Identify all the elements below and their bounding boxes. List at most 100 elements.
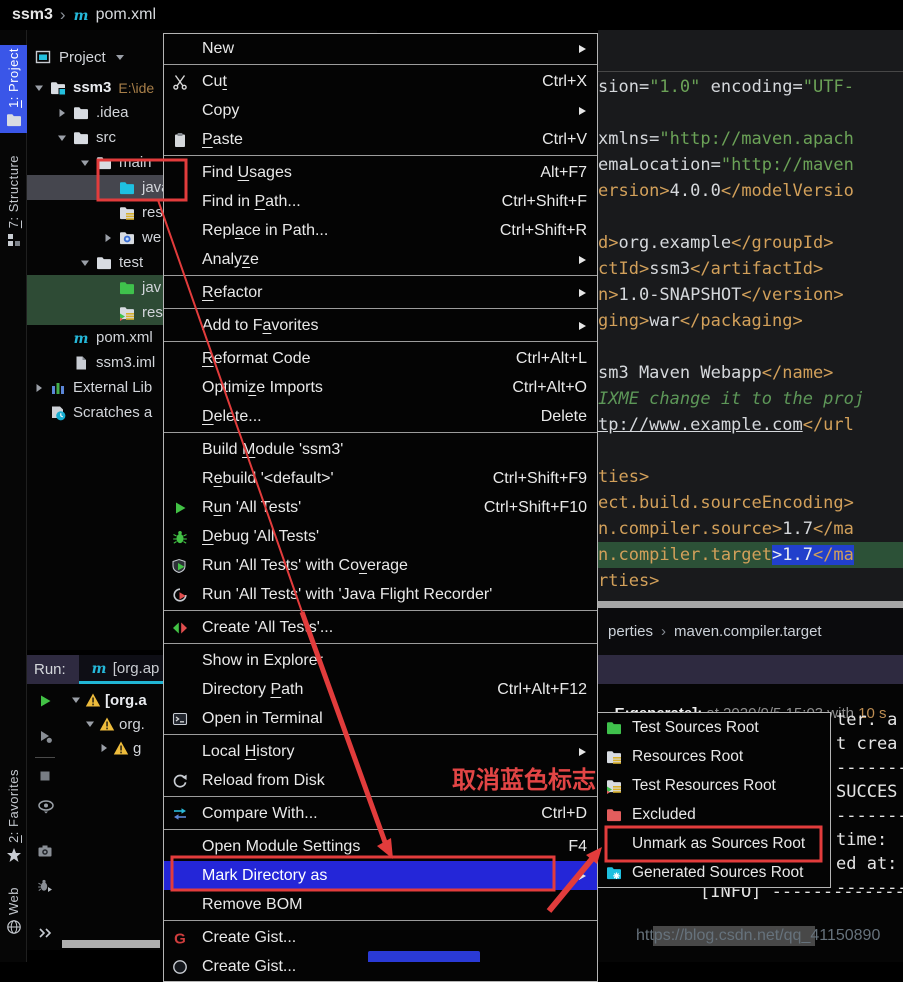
resources-folder-icon xyxy=(606,749,626,765)
menu-item-create-gist[interactable]: GCreate Gist... xyxy=(164,923,597,952)
menu-item-local-history[interactable]: Local History xyxy=(164,737,597,766)
tool-tab-project[interactable]: 1: Project xyxy=(0,45,27,133)
menu-item-replace-in-path[interactable]: Replace in Path...Ctrl+Shift+R xyxy=(164,216,597,245)
menu-item-remove-bom[interactable]: Remove BOM xyxy=(164,890,597,919)
editor-pane[interactable]: sion="1.0" encoding="UTF-xmlns="http://m… xyxy=(598,30,903,601)
tool-tab-web[interactable]: Web xyxy=(0,886,27,940)
tree-item-label: src xyxy=(96,129,116,146)
menu-item-optimize-imports[interactable]: Optimize ImportsCtrl+Alt+O xyxy=(164,373,597,402)
menu-item-cut[interactable]: CutCtrl+X xyxy=(164,67,597,96)
menu-item-icon-slot xyxy=(606,836,626,852)
menu-item-icon-slot xyxy=(172,868,194,884)
breadcrumb-project[interactable]: ssm3 xyxy=(12,6,53,24)
menu-item-find-in-path[interactable]: Find in Path...Ctrl+Shift+F xyxy=(164,187,597,216)
menu-item-test-sources-root[interactable]: Test Sources Root xyxy=(598,713,830,742)
tree-item-label: .idea xyxy=(96,104,129,121)
menu-item-new[interactable]: New xyxy=(164,34,597,63)
menu-item-icon-slot xyxy=(172,351,194,367)
menu-item-icon-slot xyxy=(172,194,194,210)
menu-item-add-to-favorites[interactable]: Add to Favorites xyxy=(164,311,597,340)
expand-right-icon[interactable] xyxy=(51,107,73,119)
menu-item-analyze[interactable]: Analyze xyxy=(164,245,597,274)
star-icon xyxy=(6,847,22,863)
menu-item-refactor[interactable]: Refactor xyxy=(164,278,597,307)
menu-item-create-all-tests[interactable]: Create 'All Tests'... xyxy=(164,613,597,642)
rerun-failed-icon[interactable] xyxy=(37,728,55,746)
tool-tab-structure[interactable]: 7: Structure xyxy=(0,140,27,253)
expand-right-icon[interactable] xyxy=(95,742,113,754)
tool-tab-web-label: Web xyxy=(6,887,21,915)
eye-icon[interactable] xyxy=(37,798,55,816)
expand-down-icon[interactable] xyxy=(74,257,96,269)
menu-item-resources-root[interactable]: Resources Root xyxy=(598,742,830,771)
run-tab[interactable]: m [org.ap xyxy=(79,655,172,684)
menu-item-shortcut: Delete xyxy=(517,408,587,426)
breadcrumb-file[interactable]: pom.xml xyxy=(96,6,156,24)
menu-item-directory-path[interactable]: Directory PathCtrl+Alt+F12 xyxy=(164,675,597,704)
expand-down-icon[interactable] xyxy=(74,157,96,169)
menu-item-label: Refactor xyxy=(202,284,262,302)
expand-down-icon[interactable] xyxy=(28,82,50,94)
menu-item-test-resources-root[interactable]: Test Resources Root xyxy=(598,771,830,800)
code-token: tp://www.example.com xyxy=(598,415,803,435)
menu-item-open-in-terminal[interactable]: Open in Terminal xyxy=(164,704,597,733)
menu-item-copy[interactable]: Copy xyxy=(164,96,597,125)
code-line: ect.build.sourceEncoding> xyxy=(598,490,903,516)
breadcrumb-item[interactable]: perties xyxy=(608,623,653,640)
menu-item-paste[interactable]: PasteCtrl+V xyxy=(164,125,597,154)
code-token: sion= xyxy=(598,77,649,97)
maven-icon: m xyxy=(73,330,93,346)
menu-item-run-all-tests-with-java-flight-recorder[interactable]: Run 'All Tests' with 'Java Flight Record… xyxy=(164,580,597,609)
menu-item-label: Open Module Settings xyxy=(202,838,360,856)
breadcrumb-item[interactable]: maven.compiler.target xyxy=(674,623,822,640)
menu-item-delete[interactable]: Delete...Delete xyxy=(164,402,597,431)
expand-down-icon[interactable] xyxy=(67,694,85,706)
menu-item-icon-slot xyxy=(172,165,194,181)
menu-item-debug-all-tests[interactable]: Debug 'All Tests' xyxy=(164,522,597,551)
menu-item-compare-with[interactable]: Compare With...Ctrl+D xyxy=(164,799,597,828)
menu-item-rebuild-default[interactable]: Rebuild '<default>'Ctrl+Shift+F9 xyxy=(164,464,597,493)
camera-icon[interactable] xyxy=(37,843,55,861)
editor-splitter[interactable] xyxy=(598,601,903,608)
menu-item-build-module-ssm3[interactable]: Build Module 'ssm3' xyxy=(164,435,597,464)
expand-down-icon[interactable] xyxy=(51,132,73,144)
tree-item-label: pom.xml xyxy=(96,329,153,346)
menu-item-unmark-as-sources-root[interactable]: Unmark as Sources Root xyxy=(598,829,830,858)
submenu-arrow-icon xyxy=(577,105,587,117)
menu-item-generated-sources-root[interactable]: Generated Sources Root xyxy=(598,858,830,887)
menu-item-excluded[interactable]: Excluded xyxy=(598,800,830,829)
run-icon[interactable] xyxy=(37,693,55,711)
run-icon xyxy=(172,500,194,516)
chevrons-icon[interactable] xyxy=(37,926,55,944)
editor-breadcrumb: perties › maven.compiler.target xyxy=(598,608,903,655)
expand-down-icon[interactable] xyxy=(81,718,99,730)
code-token xyxy=(700,77,710,97)
console-text: time: xyxy=(836,830,887,850)
code-token: n> xyxy=(598,285,618,305)
menu-item-find-usages[interactable]: Find UsagesAlt+F7 xyxy=(164,158,597,187)
watermark: https://blog.csdn.net/qq_41150890 xyxy=(636,927,880,945)
tree-item-label: jav xyxy=(142,279,161,296)
bug-settings-icon[interactable] xyxy=(37,878,55,896)
menu-item-reformat-code[interactable]: Reformat CodeCtrl+Alt+L xyxy=(164,344,597,373)
horizontal-scrollbar[interactable] xyxy=(62,940,160,948)
menu-item-icon-slot xyxy=(172,252,194,268)
console-text: t crea xyxy=(836,734,897,754)
menu-item-show-in-explorer[interactable]: Show in Explorer xyxy=(164,646,597,675)
stop-icon[interactable] xyxy=(37,768,55,786)
menu-item-reload-from-disk[interactable]: Reload from Disk xyxy=(164,766,597,795)
menu-item-open-module-settings[interactable]: Open Module SettingsF4 xyxy=(164,832,597,861)
expand-right-icon[interactable] xyxy=(28,382,50,394)
cut-icon xyxy=(172,74,194,90)
menu-item-label: Reformat Code xyxy=(202,350,311,368)
code-token: org.example xyxy=(618,233,731,253)
menu-item-run-all-tests[interactable]: Run 'All Tests'Ctrl+Shift+F10 xyxy=(164,493,597,522)
tool-tab-favorites[interactable]: 2: Favorites xyxy=(0,760,27,868)
menu-item-mark-directory-as[interactable]: Mark Directory as xyxy=(164,861,597,890)
expand-right-icon[interactable] xyxy=(97,232,119,244)
menu-item-run-all-tests-with-coverage[interactable]: Run 'All Tests' with Coverage xyxy=(164,551,597,580)
menu-item-label: Create Gist... xyxy=(202,929,296,947)
code-token: xmlns= xyxy=(598,129,659,149)
mark-directory-as-submenu: Test Sources RootResources RootTest Reso… xyxy=(597,712,831,888)
tree-item-label: ssm3 xyxy=(73,79,111,96)
